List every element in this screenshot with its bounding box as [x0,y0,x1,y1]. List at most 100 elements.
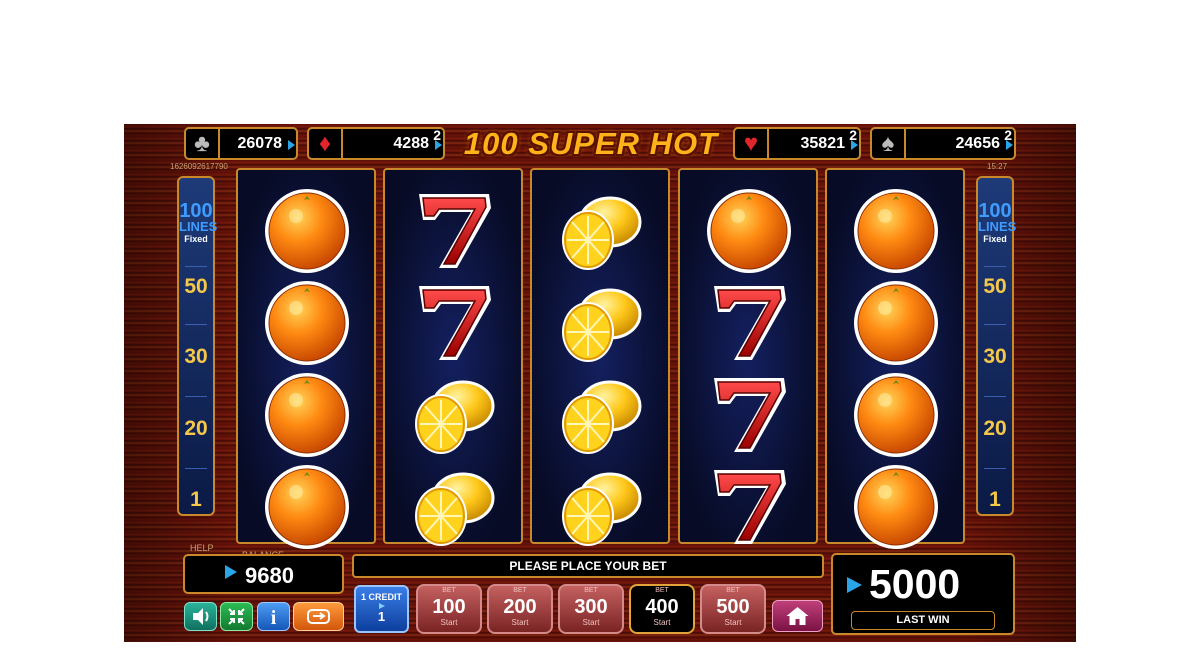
lines-label: LINES [179,219,218,234]
lemon-symbol [558,188,644,274]
credit-button[interactable]: 1 CREDIT 1 [354,585,409,633]
orange-symbol [264,372,350,458]
game-title: 100 SUPER HOT [463,126,719,161]
seven-symbol [706,280,792,366]
balance-panel: 9680 [183,554,344,594]
lines-header: 100 LINES Fixed [978,200,1017,244]
line-number: 30 [184,345,208,368]
lemon-symbol [558,464,644,550]
lemon-symbol [411,372,497,458]
lemon-symbol [411,464,497,550]
jackpot-value: 4288 [393,135,429,152]
seven-symbol [411,280,497,366]
lines-header: 100 LINES Fixed [179,200,218,244]
bet-button-300[interactable]: BET 300 Start [558,584,624,634]
bet-label: BET [655,587,669,594]
line-number: 1 [190,488,202,511]
line-number: 50 [184,275,208,298]
balance-value: 9680 [245,563,294,588]
info-icon: i [271,607,277,629]
jackpot-club: ♣ 26078 [184,127,298,160]
last-win-panel: 5000 LAST WIN [831,553,1015,635]
bet-value: 200 [503,596,537,618]
club-icon: ♣ [186,129,220,158]
bet-start: Start [511,618,529,627]
divider [984,324,1006,325]
bet-label: BET [584,587,598,594]
credit-value: 1 [377,609,386,624]
diamond-icon [847,577,862,593]
diamond-icon: ♦ [309,129,343,158]
last-win-label: LAST WIN [851,611,995,630]
info-button[interactable]: i [257,602,290,631]
bet-label: BET [726,587,740,594]
lines-label: LINES [978,219,1017,234]
divider [185,324,207,325]
divider [984,468,1006,469]
jackpot-spade: ♠ 24656 2 [870,127,1016,160]
reel-5 [825,168,965,549]
credit-label: 1 CREDIT [360,592,402,602]
message-bar: PLEASE PLACE YOUR BET [352,554,824,578]
svg-text:i: i [271,607,277,629]
orange-symbol [264,280,350,366]
jackpot-value: 35821 [800,135,846,152]
bet-start: Start [582,618,600,627]
home-button[interactable] [772,600,823,632]
bet-start: Start [440,618,458,627]
line-number: 50 [983,275,1007,298]
diamond-icon [851,140,858,150]
bet-label: BET [442,587,456,594]
slot-game: ♣ 26078 ♦ 4288 2 100 SUPER HOT ♥ 35821 2… [124,124,1076,642]
bet-button-500[interactable]: BET 500 Start [700,584,766,634]
orange-symbol [853,372,939,458]
line-number: 30 [983,345,1007,368]
orange-symbol [853,188,939,274]
lines-count: 100 [179,200,213,222]
lines-panel-left: 100 LINES Fixed 50 30 20 1 [177,176,218,516]
divider [185,266,207,267]
lines-panel-right: 100 LINES Fixed 50 30 20 1 [976,176,1017,516]
autoplay-button[interactable] [293,602,344,631]
diamond-icon [435,140,442,150]
bet-start: Start [653,618,671,627]
divider [984,396,1006,397]
bet-value: 100 [432,596,466,618]
fullscreen-button[interactable] [220,602,253,631]
orange-symbol [853,280,939,366]
line-number: 20 [983,417,1007,440]
help-label: HELP [190,543,214,553]
bet-button-100[interactable]: BET 100 Start [416,584,482,634]
diamond-icon [288,140,295,150]
divider [984,266,1006,267]
spade-icon: ♠ [872,129,906,158]
orange-symbol [853,464,939,550]
lines-fixed: Fixed [184,234,208,244]
orange-symbol [264,188,350,274]
autoplay-icon [307,609,330,624]
reel-3 [530,168,670,546]
divider [185,468,207,469]
bet-button-200[interactable]: BET 200 Start [487,584,553,634]
orange-symbol [264,464,350,550]
line-number: 20 [184,417,208,440]
reel-2 [383,168,523,546]
jackpot-value: 26078 [237,135,283,152]
speaker-icon [193,608,209,625]
reel-4 [678,168,818,544]
bet-start: Start [724,618,742,627]
home-icon [786,607,809,625]
jackpot-heart: ♥ 35821 2 [733,127,861,160]
sound-button[interactable] [184,602,217,631]
line-number: 1 [989,488,1001,511]
diamond-icon [1006,140,1013,150]
bet-value: 300 [574,596,608,618]
seven-symbol [411,188,497,274]
lines-fixed: Fixed [983,234,1007,244]
lemon-symbol [558,372,644,458]
bet-button-400[interactable]: BET 400 Start [629,584,695,634]
reel-1 [236,168,376,549]
lines-count: 100 [978,200,1012,222]
bet-label: BET [513,587,527,594]
heart-icon: ♥ [735,129,769,158]
